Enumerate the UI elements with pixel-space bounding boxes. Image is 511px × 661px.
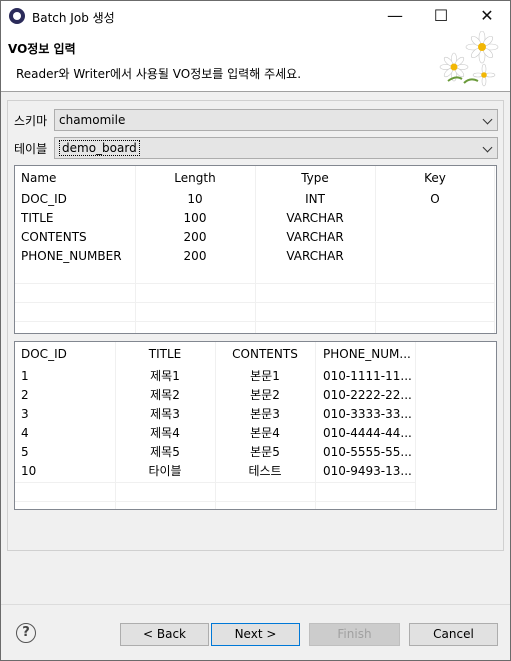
cell-title: 제목3 [150,407,180,421]
cell-contents: 본문2 [250,388,280,402]
cell-length: 200 [183,230,207,244]
cell-title: 타이블 [148,464,182,478]
cancel-button[interactable]: Cancel [409,623,498,646]
minimize-button[interactable]: — [372,1,418,31]
app-icon [9,8,25,24]
page-description: Reader와 Writer에서 사용될 VO정보를 입력해 주세요. [16,67,302,81]
schema-value: chamomile [59,113,126,127]
cell-title: 제목4 [150,426,180,440]
table-header-row: DOC_ID TITLE CONTENTS PHONE_NUM... [15,345,496,364]
table-header-row: Name Length Type Key [15,169,496,188]
window-title: Batch Job 생성 [32,11,115,25]
close-button[interactable]: ✕ [464,1,510,31]
data-preview-table[interactable]: DOC_ID TITLE CONTENTS PHONE_NUM... 1 제목1… [14,341,497,510]
cell-type: INT [305,192,325,206]
cell-name: CONTENTS [21,230,87,244]
window-border-left [0,91,1,661]
row-divider [15,283,494,284]
table-label: 테이블 [14,142,48,156]
cell-name: PHONE_NUMBER [21,249,122,263]
cell-phone: 010-4444-44... [323,426,412,440]
cell-key: O [430,192,440,206]
chamomile-flowers-icon [439,31,499,87]
column-header[interactable]: Type [256,169,374,188]
cell-contents: 본문3 [250,407,280,421]
table-value: demo_board [59,140,140,156]
cell-length: 100 [183,211,207,225]
finish-button[interactable]: Finish [309,623,400,646]
cell-contents: 본문4 [250,426,280,440]
cell-phone: 010-9493-13... [323,464,412,478]
row-divider [15,501,415,502]
cell-doc-id: 5 [21,445,29,459]
title-bar: Batch Job 생성 — ☐ ✕ [0,0,511,31]
button-bar-separator [1,604,510,605]
page-title: VO정보 입력 [8,42,76,56]
cell-doc-id: 2 [21,388,29,402]
cell-contents: 본문1 [250,369,280,383]
schema-label: 스키마 [14,114,48,128]
cell-name: DOC_ID [21,192,67,206]
table-row[interactable]: CONTENTS 200 VARCHAR [15,228,496,247]
table-combo[interactable]: demo_board [54,137,498,159]
cell-title: 제목2 [150,388,180,402]
columns-table[interactable]: Name Length Type Key DOC_ID 10 INT O TIT… [14,165,497,334]
chevron-down-icon [482,142,493,153]
cell-length: 200 [183,249,207,263]
row-divider [15,321,494,322]
cell-doc-id: 1 [21,369,29,383]
cell-length: 10 [187,192,203,206]
schema-combo[interactable]: chamomile [54,109,498,131]
table-row[interactable]: DOC_ID 10 INT O [15,190,496,209]
table-row[interactable]: PHONE_NUMBER 200 VARCHAR [15,247,496,266]
cell-type: VARCHAR [286,230,344,244]
table-row[interactable]: 2 제목2 본문2 010-2222-22... [15,386,496,405]
cell-doc-id: 3 [21,407,29,421]
cell-type: VARCHAR [286,211,344,225]
row-divider [15,482,415,483]
cell-type: VARCHAR [286,249,344,263]
chevron-down-icon [482,114,493,125]
column-header[interactable]: Name [21,169,131,188]
next-button[interactable]: Next > [211,623,300,646]
cell-name: TITLE [21,211,54,225]
column-header[interactable]: DOC_ID [21,345,111,364]
cell-key [376,209,494,228]
cell-phone: 010-1111-11... [323,369,412,383]
column-header[interactable]: PHONE_NUM... [323,345,415,364]
cell-title: 제목1 [150,369,180,383]
table-row[interactable]: TITLE 100 VARCHAR [15,209,496,228]
table-row[interactable]: 5 제목5 본문5 010-5555-55... [15,443,496,462]
cell-phone: 010-2222-22... [323,388,412,402]
table-row[interactable]: 1 제목1 본문1 010-1111-11... [15,367,496,386]
cell-contents: 테스트 [248,464,282,478]
table-row[interactable]: 4 제목4 본문4 010-4444-44... [15,424,496,443]
cell-key [376,228,494,247]
table-row[interactable]: 3 제목3 본문3 010-3333-33... [15,405,496,424]
column-header[interactable]: CONTENTS [216,345,314,364]
cell-key [376,247,494,266]
column-header[interactable]: Length [136,169,254,188]
cell-contents: 본문5 [250,445,280,459]
cell-doc-id: 10 [21,464,37,478]
maximize-button[interactable]: ☐ [418,1,464,31]
cell-doc-id: 4 [21,426,29,440]
row-divider [15,302,494,303]
wizard-header: VO정보 입력 Reader와 Writer에서 사용될 VO정보를 입력해 주… [0,31,511,91]
help-icon[interactable]: ? [16,623,36,643]
back-button[interactable]: < Back [120,623,209,646]
cell-phone: 010-5555-55... [323,445,412,459]
column-header[interactable]: TITLE [116,345,214,364]
header-separator [0,91,511,92]
table-row[interactable]: 10 타이블 테스트 010-9493-13... [15,462,496,481]
cell-phone: 010-3333-33... [323,407,412,421]
column-header[interactable]: Key [376,169,494,188]
cell-title: 제목5 [150,445,180,459]
